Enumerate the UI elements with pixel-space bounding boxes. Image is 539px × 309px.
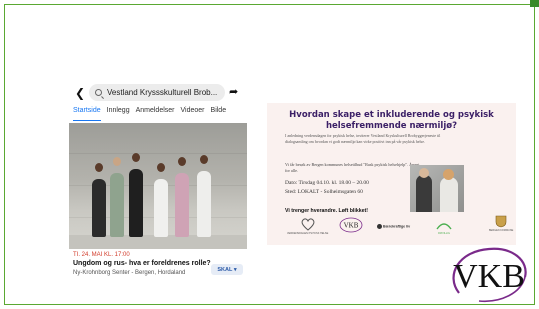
poster-invite: Vi får besøk av Bergen kommunes helsetil…	[285, 162, 420, 173]
corner-mark	[530, 0, 539, 7]
search-query: Vestland Kryssskulturell Brob...	[107, 88, 218, 97]
facebook-event-screenshot: ❮ Vestland Kryssskulturell Brob... ➦ Sta…	[69, 80, 249, 282]
page-tabs: Startside Innlegg Anmeldelser Videoer Bi…	[69, 107, 249, 121]
going-button[interactable]: SKAL ▾	[211, 264, 243, 275]
event-location: Ny-Krohnborg Senter - Bergen, Hordaland	[73, 270, 186, 276]
vkb-logo: VKB	[452, 247, 527, 302]
event-title[interactable]: Ungdom og rus- hva er foreldrenes rolle?	[73, 260, 211, 267]
event-cover-photo[interactable]	[69, 123, 247, 249]
event-date: TI. 24. MAI KL. 17:00	[73, 252, 130, 258]
poster-photo	[410, 165, 464, 212]
tab-bilde[interactable]: Bilde	[211, 107, 227, 121]
poster-title: Hvordan skape et inkluderende og psykisk…	[289, 110, 494, 131]
baerekraftige-liv-logo: Bærekraftige liv	[377, 224, 410, 229]
verdensdagen-logo: VERDENSDAGEN PSYKISK HELSE	[287, 217, 328, 235]
search-row: ❮ Vestland Kryssskulturell Brob... ➦	[69, 80, 249, 104]
vkb-logo-text: VKB	[453, 258, 525, 295]
verdensdagen-caption: VERDENSDAGEN PSYKISK HELSE	[287, 232, 329, 235]
going-button-label: SKAL	[217, 266, 233, 273]
event-poster: Hvordan skape et inkluderende og psykisk…	[267, 103, 516, 245]
search-input[interactable]: Vestland Kryssskulturell Brob...	[89, 84, 225, 101]
frivillig-caption: FRIVILLIG	[438, 232, 450, 235]
tab-videoer[interactable]: Videoer	[181, 107, 205, 121]
back-arrow-icon[interactable]: ❮	[75, 86, 85, 100]
tab-startside[interactable]: Startside	[73, 107, 101, 121]
tab-anmeldelser[interactable]: Anmeldelser	[136, 107, 175, 121]
poster-intro: I anledning verdensdagen for psykisk hel…	[285, 133, 441, 144]
frivillig-logo: FRIVILLIG	[435, 221, 453, 235]
bergen-kommune-logo: BERGEN KOMMUNE	[489, 215, 513, 232]
vkb-small-text: VKB	[344, 222, 359, 230]
poster-place: Sted: LOKALT - Solheimsgaten 60	[285, 189, 363, 195]
bergen-kommune-caption: BERGEN KOMMUNE	[489, 229, 514, 232]
baerekraftige-liv-caption: Bærekraftige liv	[383, 224, 411, 229]
poster-date: Dato: Tirsdag 04.10. kl. 18.00 – 20.00	[285, 180, 369, 186]
poster-slogan: Vi trenger hverandre. Løft blikket!	[285, 208, 368, 214]
share-icon[interactable]: ➦	[229, 85, 238, 98]
vkb-small-logo: VKB	[339, 217, 363, 233]
tab-innlegg[interactable]: Innlegg	[107, 107, 130, 121]
search-icon	[95, 89, 102, 96]
